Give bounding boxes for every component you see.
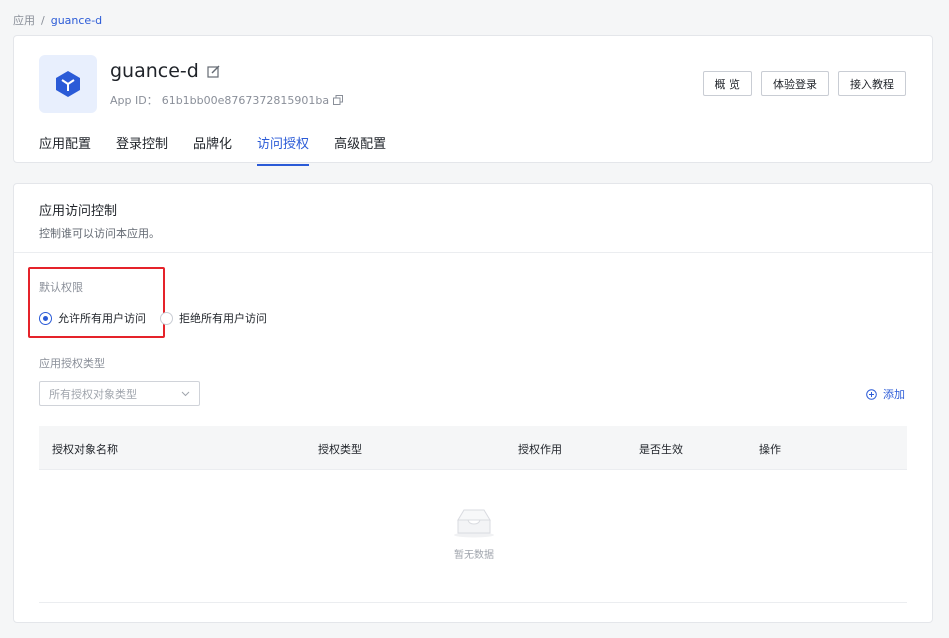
integration-tutorial-button[interactable]: 接入教程 — [838, 71, 906, 96]
tab-advanced-config[interactable]: 高级配置 — [334, 133, 386, 165]
empty-state: 暂无数据 — [444, 506, 504, 561]
breadcrumb-separator: / — [41, 13, 45, 27]
app-id-value: 61b1bb00e8767372815901ba — [161, 93, 330, 107]
header-actions: 概 览 体验登录 接入教程 — [702, 71, 906, 96]
table-bottom-divider — [39, 602, 907, 603]
radio-allow-all-label: 允许所有用户访问 — [58, 312, 146, 325]
overview-button[interactable]: 概 览 — [702, 71, 752, 96]
tab-bar: 应用配置 登录控制 品牌化 访问授权 高级配置 — [39, 133, 386, 166]
breadcrumb-root[interactable]: 应用 — [13, 12, 35, 28]
add-button[interactable]: 添加 — [866, 386, 905, 402]
table-divider — [39, 469, 907, 470]
column-header-is-effective: 是否生效 — [639, 443, 683, 456]
app-header-card: guance-d App ID： 61b1bb00e8767372815901b… — [13, 35, 933, 166]
tab-app-config[interactable]: 应用配置 — [39, 133, 91, 165]
edit-icon[interactable] — [207, 65, 220, 78]
default-permission-label: 默认权限 — [39, 281, 83, 294]
tab-access-authorization[interactable]: 访问授权 — [257, 133, 310, 166]
auth-type-select[interactable]: 所有授权对象类型 — [39, 381, 200, 406]
column-header-auth-effect: 授权作用 — [518, 443, 562, 456]
section-description: 控制谁可以访问本应用。 — [39, 227, 160, 240]
cube-icon — [56, 71, 80, 97]
radio-button-checked[interactable] — [39, 311, 52, 325]
app-logo — [39, 55, 97, 113]
column-header-actions: 操作 — [759, 443, 781, 456]
column-header-object-name: 授权对象名称 — [52, 443, 118, 456]
access-control-card: 应用访问控制 控制谁可以访问本应用。 默认权限 允许所有用户访问 拒绝所有用户访… — [13, 183, 933, 623]
section-title: 应用访问控制 — [39, 204, 118, 219]
divider — [14, 252, 932, 253]
chevron-down-icon — [181, 391, 190, 396]
table-header: 授权对象名称 授权类型 授权作用 是否生效 操作 — [39, 426, 907, 469]
radio-button-unchecked[interactable] — [160, 311, 173, 325]
empty-inbox-icon — [454, 509, 494, 538]
empty-text: 暂无数据 — [454, 550, 494, 561]
app-name: guance-d — [110, 60, 220, 82]
highlight-box — [28, 267, 165, 338]
breadcrumb-current: guance-d — [50, 13, 103, 27]
app-id-label: App ID： — [110, 94, 158, 107]
tab-login-control[interactable]: 登录控制 — [116, 133, 168, 165]
plus-circle-icon — [866, 388, 877, 400]
app-id: App ID： 61b1bb00e8767372815901ba — [110, 92, 344, 108]
trial-login-button[interactable]: 体验登录 — [761, 71, 829, 96]
tab-branding[interactable]: 品牌化 — [193, 133, 232, 165]
auth-type-select-placeholder: 所有授权对象类型 — [49, 387, 137, 401]
column-header-auth-type: 授权类型 — [318, 443, 362, 456]
radio-deny-all-label: 拒绝所有用户访问 — [179, 312, 267, 325]
default-permission-radio-group: 允许所有用户访问 拒绝所有用户访问 — [39, 310, 267, 326]
copy-icon[interactable] — [333, 95, 344, 105]
app-name-text: guance-d — [110, 60, 199, 82]
radio-deny-all[interactable]: 拒绝所有用户访问 — [160, 310, 267, 326]
auth-type-label: 应用授权类型 — [39, 357, 105, 370]
add-button-label: 添加 — [883, 388, 905, 401]
breadcrumb: 应用 / guance-d — [13, 12, 102, 28]
radio-allow-all[interactable]: 允许所有用户访问 — [39, 310, 146, 326]
